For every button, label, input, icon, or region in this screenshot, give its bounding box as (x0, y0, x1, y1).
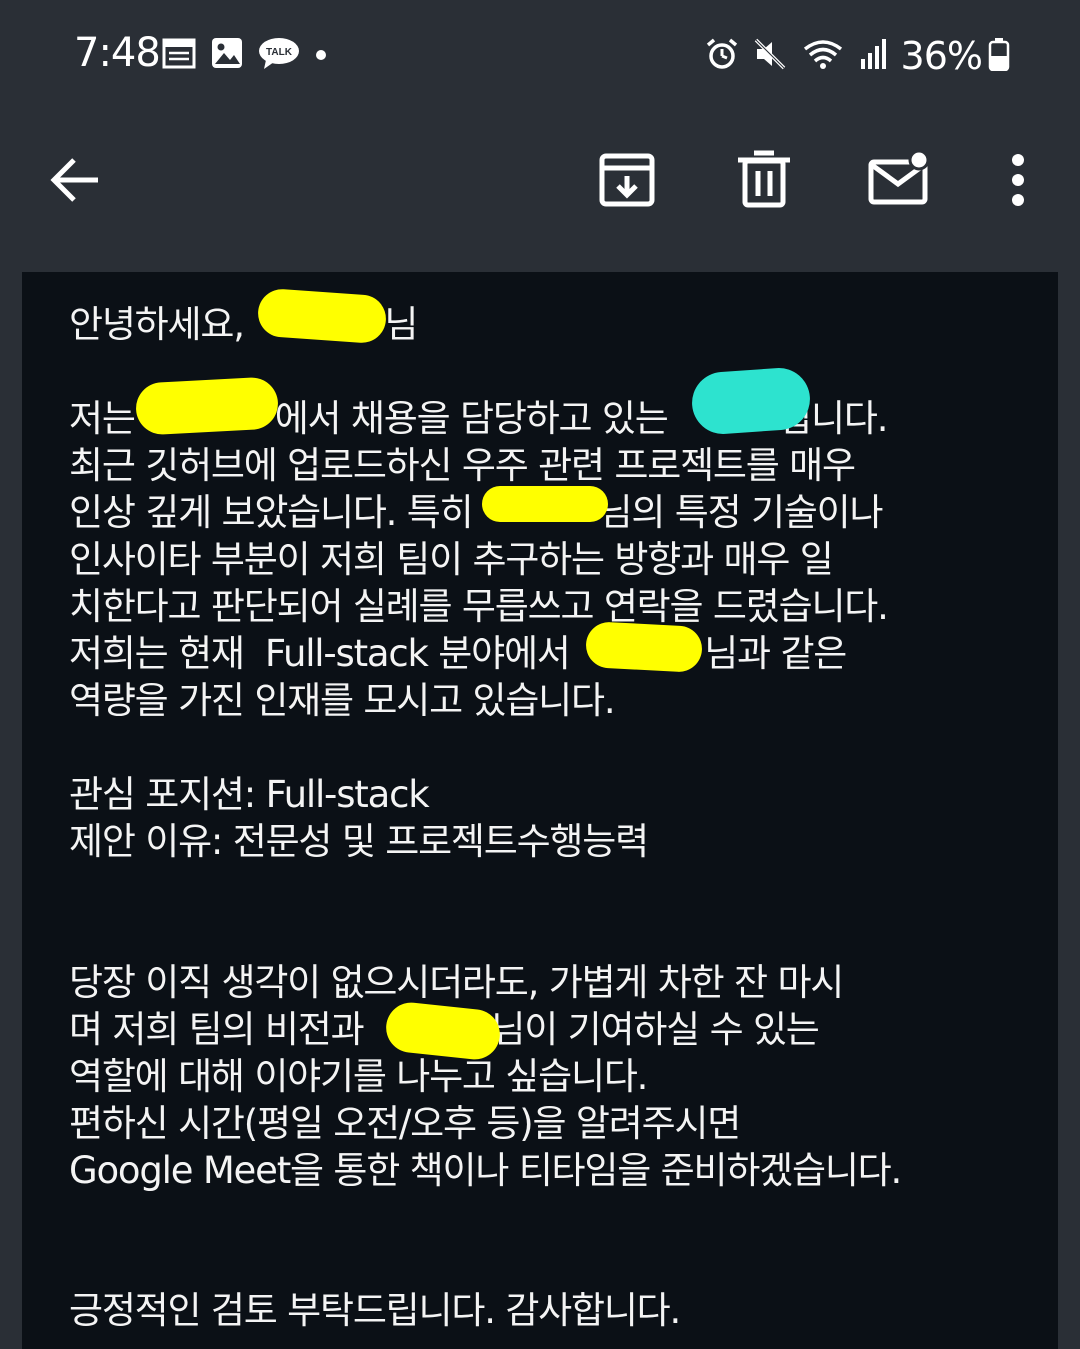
battery-percent: 36% (900, 34, 983, 78)
email-line: 인상 깊게 보았습니다. 특히 님의 특정 기술이나 (69, 491, 884, 534)
notification-dot-icon (314, 36, 328, 74)
email-line: 인사이타 부분이 저희 팀이 추구하는 방향과 매우 일 (69, 538, 834, 581)
email-toolbar (0, 130, 1080, 240)
email-line: 역할에 대해 이야기를 나누고 싶습니다. (69, 1055, 648, 1098)
redaction-mark (482, 486, 608, 522)
email-body: 안녕하세요, 님 저는 에서 채용을 담당하고 있는 입니다. 최근 깃허브에 업… (22, 272, 1058, 1349)
email-line: 관심 포지션: Full-stack (69, 773, 430, 816)
email-line: 저희는 현재 Full-stack 분야에서 님과 같은 (69, 632, 847, 675)
archive-icon (596, 153, 658, 216)
email-line: 치한다고 판단되어 실례를 무릅쓰고 연락을 드렸습니다. (69, 585, 889, 628)
back-arrow-icon (46, 158, 106, 216)
back-button[interactable] (46, 148, 106, 216)
mute-icon (753, 37, 787, 75)
more-options-button[interactable] (1000, 148, 1036, 216)
delete-button[interactable] (734, 148, 794, 216)
email-line: 편하신 시간(평일 오전/오후 등)을 알려주시면 (69, 1102, 741, 1145)
status-time: 7:48 (74, 30, 161, 76)
email-line: 긍정적인 검토 부탁드립니다. 감사합니다. (69, 1289, 681, 1332)
alarm-icon (705, 37, 739, 75)
talk-icon: TALK (258, 36, 300, 74)
archive-button[interactable] (596, 148, 658, 216)
signal-icon (859, 37, 887, 75)
redaction-mark (134, 376, 280, 436)
email-line: 제안 이유: 전문성 및 프로젝트수행능력 (69, 820, 649, 863)
redaction-mark (256, 287, 388, 345)
battery-icon (988, 37, 1010, 75)
email-line: Google Meet을 통한 책이나 티타임을 준비하겠습니다. (69, 1149, 902, 1192)
email-line: 당장 이직 생각이 없으시더라도, 가볍게 차한 잔 마시 (69, 961, 844, 1004)
wifi-icon (801, 37, 845, 75)
image-icon (210, 36, 244, 74)
redaction-mark (584, 620, 704, 674)
talk-label: TALK (266, 47, 293, 58)
status-left-icons: TALK (162, 36, 342, 74)
email-line: 최근 깃허브에 업로드하신 우주 관련 프로젝트를 매우 (69, 444, 856, 487)
mark-unread-icon (866, 149, 932, 216)
mark-unread-button[interactable] (866, 148, 932, 216)
redaction-mark (689, 365, 813, 437)
status-bar: 7:48 TALK 36% (0, 0, 1080, 110)
more-icon (1000, 154, 1036, 216)
status-right-icons: 36% (691, 34, 1010, 78)
calendar-icon (162, 36, 196, 74)
delete-icon (734, 150, 794, 216)
email-line: 역량을 가진 인재를 모시고 있습니다. (69, 679, 616, 722)
